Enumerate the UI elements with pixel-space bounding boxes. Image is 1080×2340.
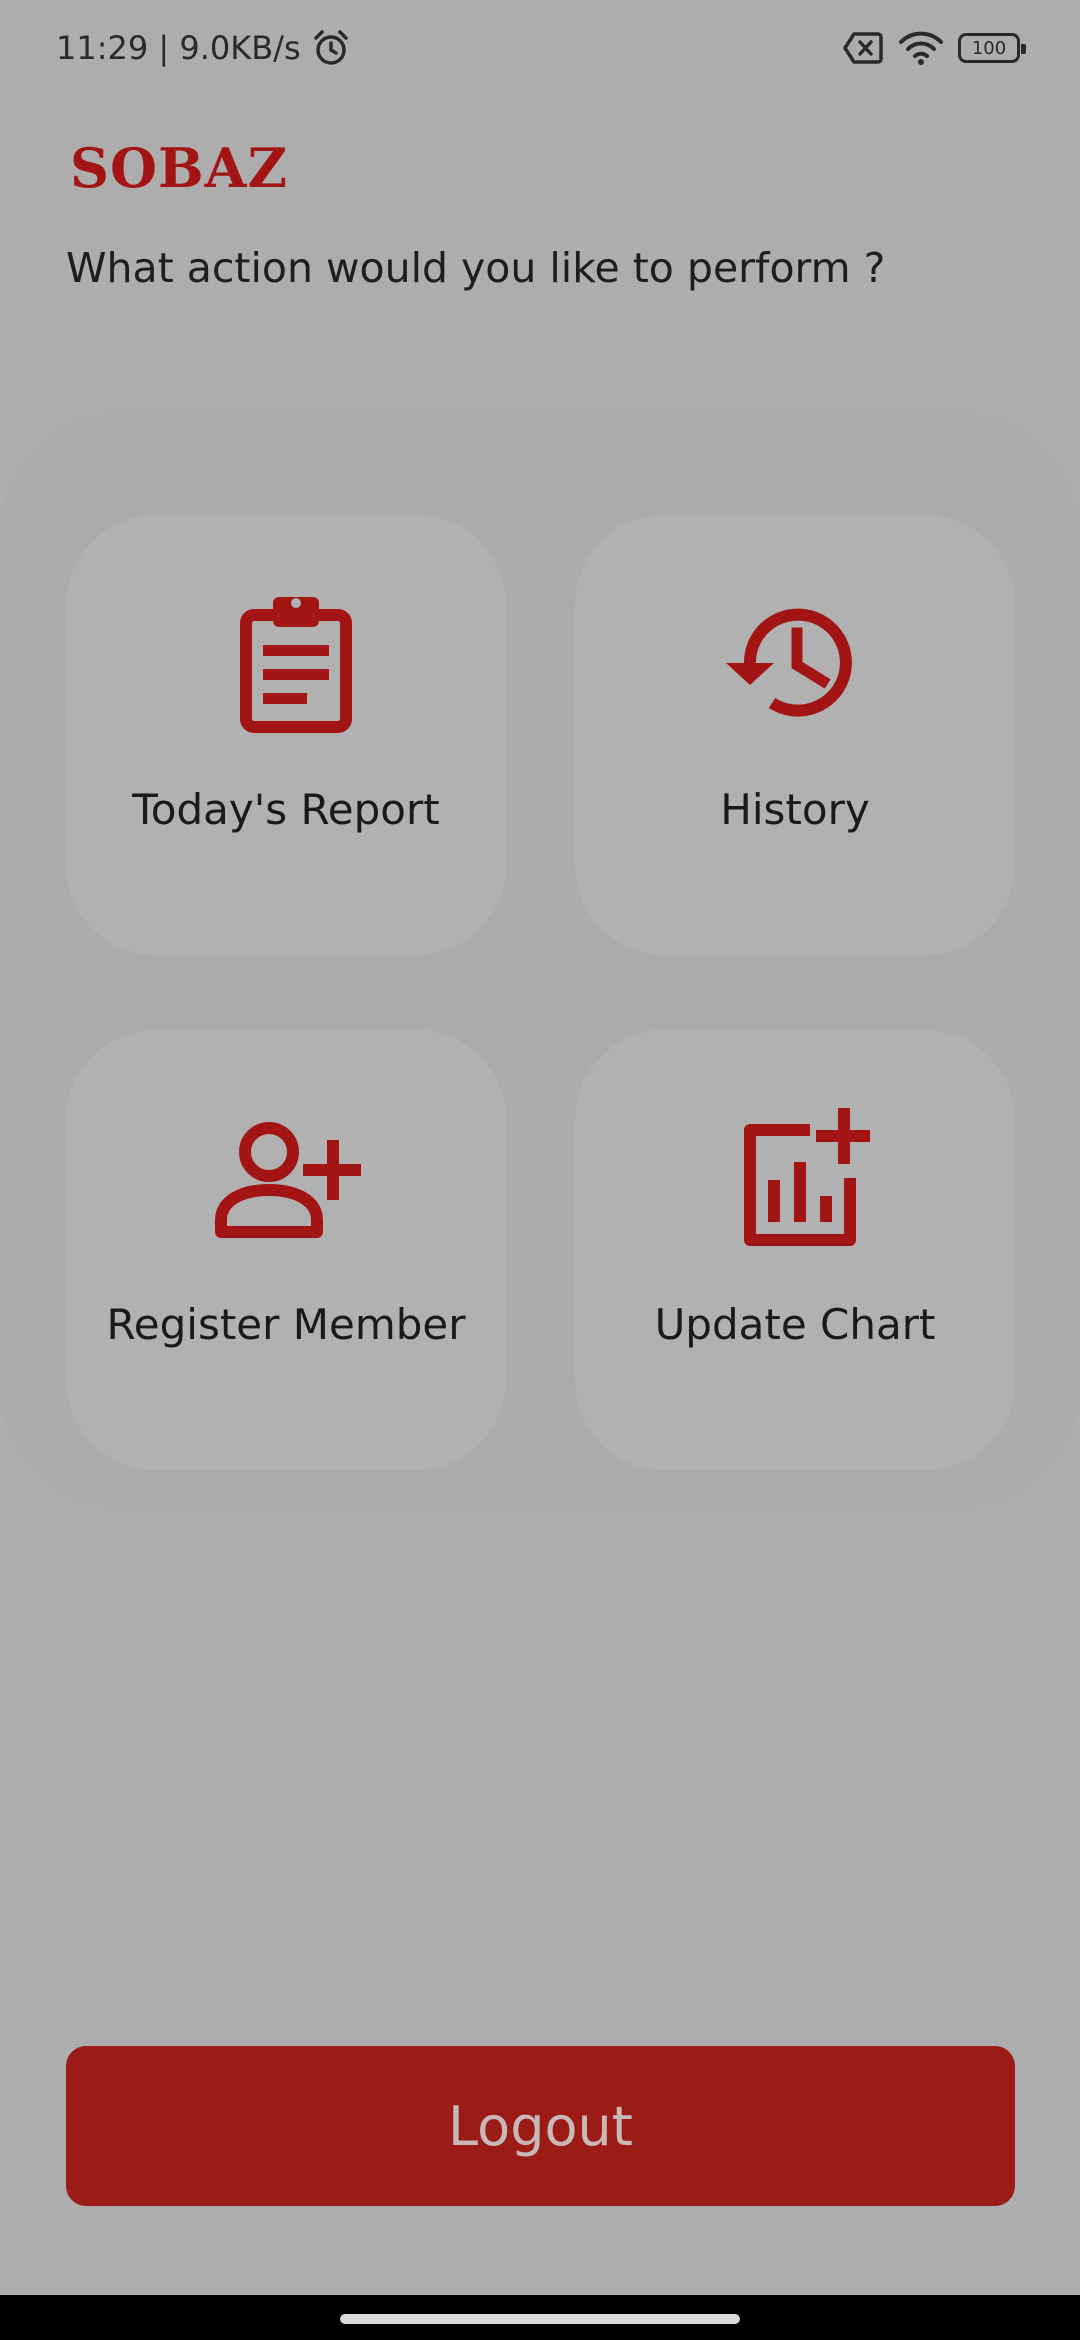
battery-indicator: 100	[958, 33, 1026, 63]
update-chart-card[interactable]: Update Chart	[575, 1030, 1015, 1470]
wifi-icon	[899, 31, 943, 65]
alarm-icon	[313, 30, 348, 65]
register-member-card[interactable]: Register Member	[66, 1030, 506, 1470]
todays-report-card[interactable]: Today's Report	[66, 515, 506, 955]
todays-report-label: Today's Report	[132, 785, 440, 834]
logout-button[interactable]: Logout	[66, 2046, 1015, 2206]
no-sim-icon	[843, 32, 883, 64]
status-bar: 11:29 | 9.0KB/s 100	[0, 0, 1080, 96]
history-label: History	[720, 785, 870, 834]
add-chart-icon	[744, 1108, 870, 1246]
status-left: 11:29 | 9.0KB/s	[56, 24, 351, 72]
home-gesture-handle[interactable]	[340, 2314, 740, 2324]
history-icon	[726, 608, 852, 717]
history-card[interactable]: History	[575, 515, 1015, 955]
update-chart-label: Update Chart	[654, 1300, 936, 1349]
clipboard-icon	[240, 597, 352, 733]
app-logo: SOBAZ	[70, 136, 288, 200]
status-right: 100	[842, 28, 1026, 68]
status-time-speed: 11:29 | 9.0KB/s	[56, 29, 301, 67]
add-person-icon	[215, 1122, 361, 1238]
action-prompt: What action would you like to perform ?	[66, 244, 886, 292]
register-member-label: Register Member	[106, 1300, 466, 1349]
